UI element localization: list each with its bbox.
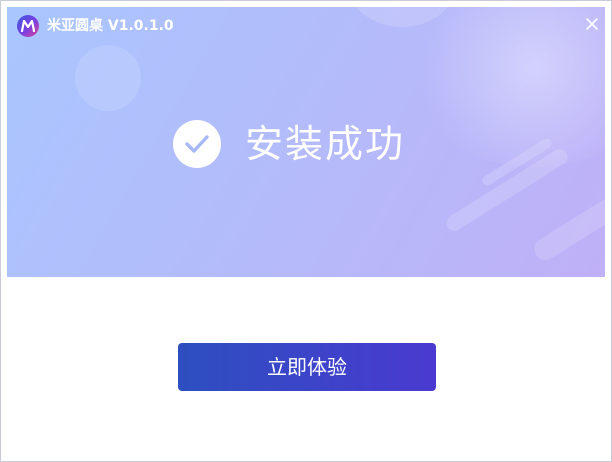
install-success-message: 安装成功: [245, 122, 406, 166]
decorative-streak: [443, 146, 571, 234]
decorative-streak: [530, 181, 605, 265]
miya-logo-icon: [17, 15, 39, 37]
window-title: 米亚圆桌 V1.0.1.0: [47, 18, 174, 34]
installer-window: 米亚圆桌 V1.0.1.0 安装成功 立即体验: [0, 0, 612, 462]
check-circle-icon: [173, 120, 221, 168]
decorative-circle: [75, 45, 141, 111]
close-icon: [586, 18, 598, 30]
launch-now-button[interactable]: 立即体验: [178, 343, 436, 391]
title-bar[interactable]: 米亚圆桌 V1.0.1.0: [1, 1, 611, 41]
install-status: 安装成功: [173, 119, 405, 169]
close-button[interactable]: [581, 13, 603, 35]
decorative-streak: [480, 136, 554, 188]
